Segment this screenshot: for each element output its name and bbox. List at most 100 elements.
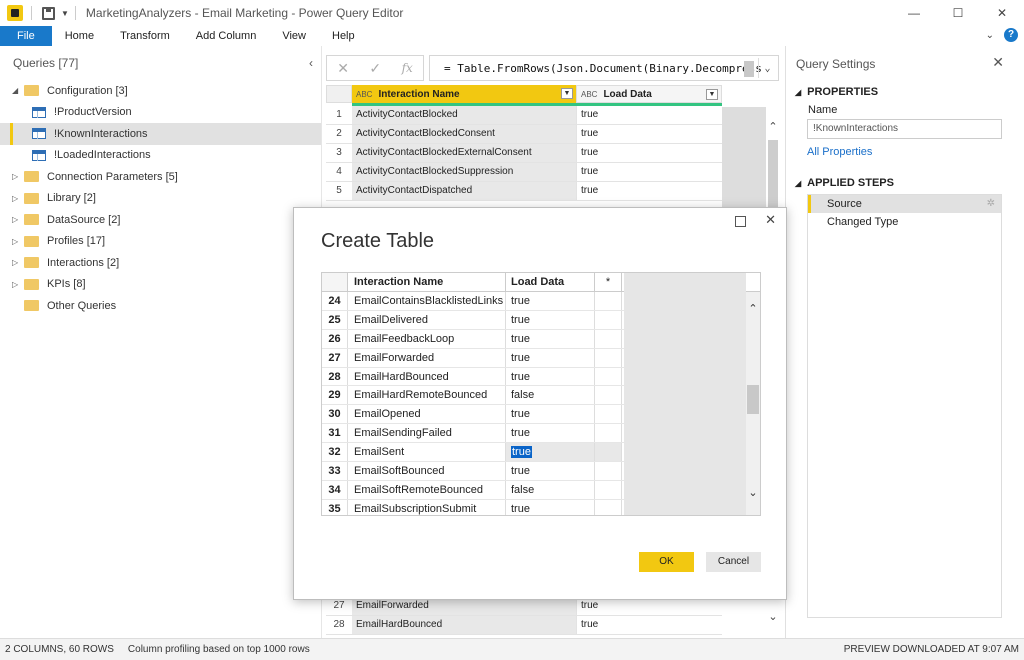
close-icon[interactable]: ✕: [992, 54, 1004, 71]
cell-empty[interactable]: [595, 310, 622, 329]
table-row[interactable]: 3 ActivityContactBlockedExternalConsent …: [326, 144, 722, 163]
cell-load-data[interactable]: true: [576, 144, 722, 162]
chevron-down-icon[interactable]: ⌄: [986, 30, 994, 41]
quick-access-dropdown-icon[interactable]: ▼: [61, 9, 69, 18]
cancel-formula-icon[interactable]: ✕: [337, 60, 349, 77]
scrollbar-thumb[interactable]: [747, 385, 759, 414]
query-name-input[interactable]: !KnownInteractions: [807, 119, 1002, 139]
expanded-triangle-icon[interactable]: ◢: [795, 88, 801, 97]
cell-load-data[interactable]: true: [506, 292, 595, 310]
cell-load-data[interactable]: true: [576, 106, 722, 124]
save-icon[interactable]: [42, 6, 55, 20]
cell-empty[interactable]: [595, 386, 622, 405]
cell-load-data[interactable]: true: [506, 462, 595, 480]
cell-interaction-name[interactable]: EmailHardBounced: [348, 367, 506, 386]
scroll-down-icon[interactable]: ⌄: [766, 610, 780, 623]
query-folder-kpis[interactable]: ▷ KPIs [8]: [0, 274, 321, 296]
cell-load-data[interactable]: true: [506, 329, 595, 348]
query-folder-library[interactable]: ▷ Library [2]: [0, 188, 321, 210]
scroll-down-icon[interactable]: ⌄: [746, 486, 760, 499]
collapse-pane-icon[interactable]: ‹: [309, 56, 313, 70]
cell-load-data[interactable]: true: [506, 424, 595, 443]
status-profiling[interactable]: Column profiling based on top 1000 rows: [128, 644, 310, 655]
query-folder-interactions[interactable]: ▷ Interactions [2]: [0, 252, 321, 274]
tab-file[interactable]: File: [0, 26, 52, 46]
column-header-load-data[interactable]: Load Data: [506, 273, 595, 291]
cell-interaction-name[interactable]: ActivityContactBlockedSuppression: [352, 163, 576, 181]
cell-load-data[interactable]: true: [506, 310, 595, 329]
cell-interaction-name[interactable]: EmailOpened: [348, 405, 506, 424]
cell-interaction-name[interactable]: EmailHardRemoteBounced: [348, 386, 506, 405]
query-folder-configuration[interactable]: ◢ Configuration [3]: [0, 80, 321, 102]
formula-bar[interactable]: = Table.FromRows(Json.Document(Binary.De…: [429, 55, 779, 81]
tab-add-column[interactable]: Add Column: [183, 26, 270, 46]
maximize-dialog-icon[interactable]: [735, 216, 746, 227]
collapsed-triangle-icon[interactable]: ▷: [12, 194, 22, 203]
selected-cell-text[interactable]: true: [511, 446, 532, 459]
table-row[interactable]: 1 ActivityContactBlocked true: [326, 106, 722, 125]
table-menu-icon[interactable]: [326, 85, 352, 103]
cell-interaction-name[interactable]: EmailDelivered: [348, 310, 506, 329]
cell-load-data[interactable]: true: [506, 348, 595, 367]
text-type-icon[interactable]: ABC: [581, 90, 597, 99]
filter-dropdown-icon[interactable]: ▼: [561, 88, 573, 99]
step-changed-type[interactable]: Changed Type: [808, 213, 1001, 231]
scroll-up-icon[interactable]: ⌃: [766, 120, 780, 133]
tab-help[interactable]: Help: [319, 26, 368, 46]
query-item-loadedinteractions[interactable]: !LoadedInteractions: [0, 145, 321, 167]
query-folder-other-queries[interactable]: Other Queries: [0, 295, 321, 317]
close-dialog-icon[interactable]: ✕: [765, 212, 776, 228]
cell-interaction-name[interactable]: ActivityContactBlockedConsent: [352, 125, 576, 143]
table-row[interactable]: 5 ActivityContactDispatched true: [326, 182, 722, 201]
table-row[interactable]: 28 EmailHardBounced true: [326, 616, 722, 635]
cell-interaction-name[interactable]: EmailContainsBlacklistedLinks: [348, 292, 506, 310]
query-folder-profiles[interactable]: ▷ Profiles [17]: [0, 231, 321, 253]
dialog-grid-scrollbar[interactable]: ⌃ ⌄: [746, 292, 760, 515]
ok-button[interactable]: OK: [639, 552, 694, 572]
cell-empty[interactable]: [595, 329, 622, 348]
tab-transform[interactable]: Transform: [107, 26, 183, 46]
cell-empty[interactable]: [595, 367, 622, 386]
cell-interaction-name[interactable]: EmailSoftBounced: [348, 462, 506, 480]
cell-load-data[interactable]: true: [576, 182, 722, 200]
cell-load-data[interactable]: true: [576, 125, 722, 143]
gear-icon[interactable]: ✲: [987, 195, 995, 213]
cell-empty[interactable]: [595, 443, 622, 462]
cell-interaction-name[interactable]: ActivityContactDispatched: [352, 182, 576, 200]
applied-steps-section[interactable]: ◢ APPLIED STEPS: [795, 177, 894, 189]
minimize-button[interactable]: —: [892, 0, 936, 26]
cell-load-data[interactable]: true: [576, 163, 722, 181]
collapsed-triangle-icon[interactable]: ▷: [12, 215, 22, 224]
properties-section[interactable]: ◢ PROPERTIES: [795, 86, 878, 98]
cell-load-data[interactable]: true: [506, 367, 595, 386]
collapsed-triangle-icon[interactable]: ▷: [12, 280, 22, 289]
cell-interaction-name[interactable]: ActivityContactBlocked: [352, 106, 576, 124]
expanded-triangle-icon[interactable]: ◢: [12, 86, 22, 95]
text-type-icon[interactable]: ABC: [356, 90, 372, 99]
cell-load-data[interactable]: true: [506, 443, 595, 462]
maximize-button[interactable]: ☐: [936, 0, 980, 26]
cell-interaction-name[interactable]: EmailFeedbackLoop: [348, 329, 506, 348]
cell-interaction-name[interactable]: EmailForwarded: [348, 348, 506, 367]
cell-load-data[interactable]: false: [506, 386, 595, 405]
cell-load-data[interactable]: false: [506, 480, 595, 499]
cell-interaction-name[interactable]: EmailSubscriptionSubmit: [348, 499, 506, 515]
cancel-button[interactable]: Cancel: [706, 552, 761, 572]
column-header-interaction-name[interactable]: Interaction Name: [348, 273, 506, 291]
cell-load-data[interactable]: true: [506, 499, 595, 515]
cell-empty[interactable]: [595, 292, 622, 310]
cell-empty[interactable]: [595, 480, 622, 499]
table-row[interactable]: 4 ActivityContactBlockedSuppression true: [326, 163, 722, 182]
add-column-header[interactable]: *: [595, 273, 622, 291]
column-header-load-data[interactable]: ABC Load Data ▼: [576, 85, 722, 103]
collapsed-triangle-icon[interactable]: ▷: [12, 237, 22, 246]
column-header-interaction-name[interactable]: ABC Interaction Name ▼: [352, 85, 576, 103]
tab-home[interactable]: Home: [52, 26, 107, 46]
close-window-button[interactable]: ✕: [980, 0, 1024, 26]
query-item-productversion[interactable]: !ProductVersion: [0, 102, 321, 124]
query-folder-connection-parameters[interactable]: ▷ Connection Parameters [5]: [0, 166, 321, 188]
cell-interaction-name[interactable]: ActivityContactBlockedExternalConsent: [352, 144, 576, 162]
cell-empty[interactable]: [595, 424, 622, 443]
cell-load-data[interactable]: true: [506, 405, 595, 424]
chevron-down-icon[interactable]: ⌄: [758, 58, 776, 78]
